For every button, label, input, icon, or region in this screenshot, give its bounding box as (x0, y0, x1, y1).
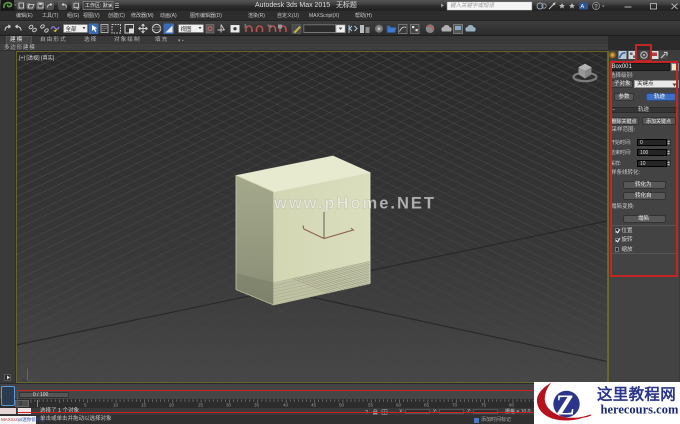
svg-text:[+] [透视] [真实]: [+] [透视] [真实] (19, 54, 55, 62)
svg-text:视图: 视图 (181, 25, 193, 33)
svg-text:%: % (268, 24, 272, 29)
svg-text:全部: 全部 (66, 25, 78, 33)
svg-text:Z: Z (556, 391, 575, 422)
svg-text:herecours.com: herecours.com (601, 403, 679, 417)
svg-text:www.pHome.NET: www.pHome.NET (273, 195, 436, 213)
svg-text:这里教程网: 这里教程网 (597, 385, 676, 404)
svg-text:A: A (581, 4, 585, 10)
